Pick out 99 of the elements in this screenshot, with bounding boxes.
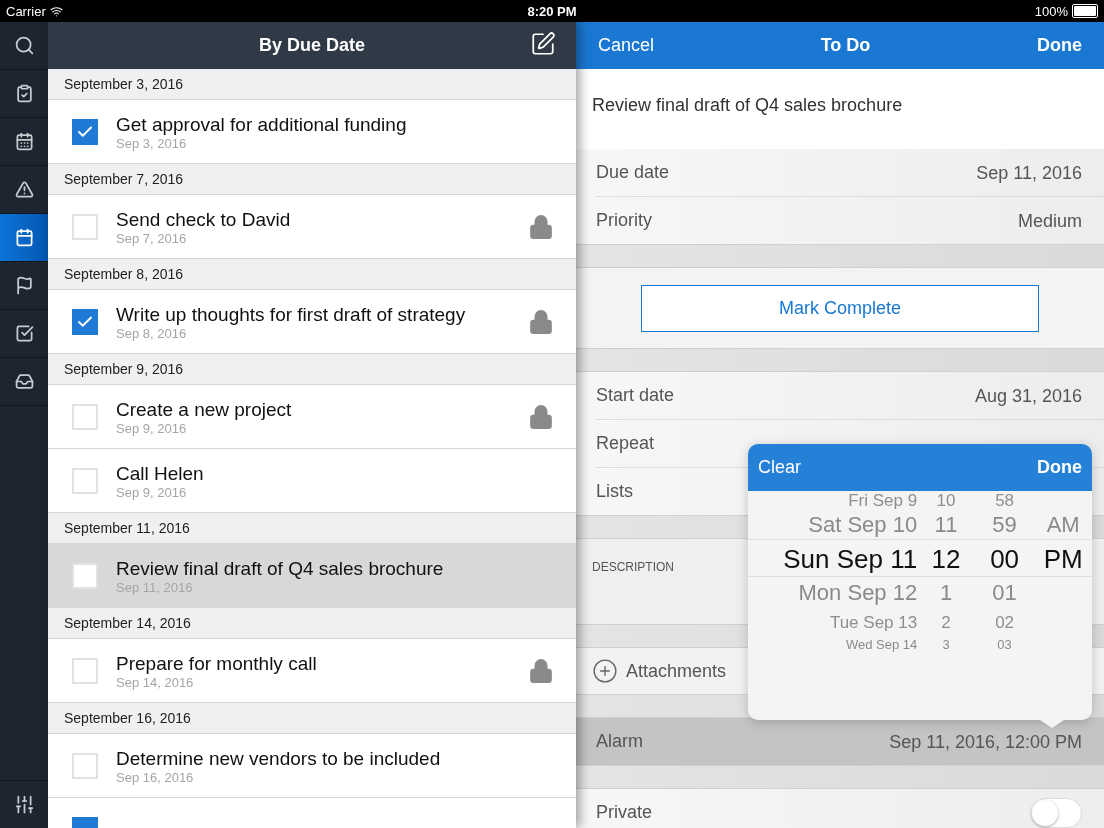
- section-date: September 9, 2016: [64, 361, 184, 377]
- detail-field[interactable]: Due date Sep 11, 2016: [596, 149, 1104, 196]
- task-due-date: Sep 7, 2016: [116, 230, 188, 247]
- carrier-label: Carrier: [6, 3, 46, 19]
- task-due-date: Sep 3, 2016: [116, 135, 188, 152]
- field-value: Aug 31, 2016: [974, 385, 1082, 406]
- cancel-button[interactable]: Cancel: [598, 35, 655, 56]
- detail-field[interactable]: Priority Medium: [596, 196, 1104, 244]
- picker-option[interactable]: 00: [974, 541, 1035, 577]
- private-toggle[interactable]: [1030, 797, 1082, 828]
- field-label: Private: [596, 802, 653, 823]
- picker-option[interactable]: Mon Sep 12: [764, 577, 918, 609]
- task-title: Prepare for monthly call: [116, 652, 318, 675]
- clipboard-check-icon: [14, 84, 34, 103]
- task-title: Review final draft of Q4 sales brochure: [116, 557, 445, 580]
- compose-icon: [530, 31, 556, 57]
- calendar-icon: [14, 132, 34, 151]
- field-label: Alarm: [596, 731, 643, 752]
- picker-option[interactable]: Sun Sep 11: [764, 541, 918, 577]
- task-due-date: Sep 16, 2016: [116, 769, 195, 786]
- task-row[interactable]: Get approval for additional funding Sep 3, 2016: [48, 100, 576, 164]
- wifi-icon: [49, 4, 63, 18]
- picker-option[interactable]: 10: [917, 491, 975, 509]
- section-date: September 16, 2016: [64, 710, 191, 726]
- list-title: By Due Date: [259, 35, 365, 56]
- task-checkbox[interactable]: [72, 308, 98, 335]
- task-row[interactable]: Prepare for monthly call Sep 14, 2016: [48, 639, 576, 703]
- task-checkbox[interactable]: [72, 467, 98, 494]
- task-row[interactable]: Create a new project Sep 9, 2016: [48, 385, 576, 449]
- picker-option[interactable]: 02: [974, 609, 1035, 635]
- description-label: DESCRIPTION: [592, 560, 674, 574]
- task-due-date: Sep 9, 2016: [116, 420, 188, 437]
- field-label: Due date: [596, 162, 670, 183]
- detail-field[interactable]: Start date Aug 31, 2016: [596, 372, 1104, 419]
- picker-option[interactable]: 2: [917, 609, 975, 635]
- task-due-date: Sep 9, 2016: [116, 484, 188, 501]
- task-checkbox[interactable]: [72, 213, 98, 240]
- picker-option[interactable]: 1: [917, 577, 975, 609]
- checkbox-icon: [14, 324, 34, 343]
- section-date: September 3, 2016: [64, 76, 184, 92]
- task-title: Determine new vendors to be included: [116, 747, 442, 770]
- detail-title: To Do: [820, 35, 871, 56]
- section-date: September 8, 2016: [64, 266, 184, 282]
- task-row[interactable]: Send check to David Sep 7, 2016: [48, 195, 576, 259]
- field-label: Lists: [596, 481, 633, 502]
- task-title: Get approval for additional funding: [116, 113, 408, 136]
- picker-option[interactable]: Tue Sep 13: [764, 609, 918, 635]
- task-title: Write up thoughts for first draft of strategy: [116, 303, 467, 326]
- picker-option[interactable]: PM: [1034, 541, 1092, 577]
- picker-option[interactable]: 11: [917, 509, 975, 541]
- task-row[interactable]: Call Helen Sep 9, 2016: [48, 449, 576, 513]
- sliders-icon: [13, 794, 35, 815]
- mark-complete-button[interactable]: Mark Complete: [641, 284, 1039, 332]
- field-value: Medium: [1017, 210, 1082, 231]
- status-time: 8:20 PM: [527, 3, 577, 19]
- sidebar-item[interactable]: [0, 214, 48, 262]
- task-title: Create a new project: [116, 398, 293, 421]
- task-checkbox[interactable]: [72, 403, 98, 430]
- task-title: Call Helen: [116, 462, 205, 485]
- flag-icon: [14, 276, 34, 295]
- title-field[interactable]: Review final draft of Q4 sales brochure: [576, 69, 1104, 149]
- alarm-field[interactable]: Alarm Sep 11, 2016, 12:00 PM: [576, 718, 1104, 765]
- section-date: September 14, 2016: [64, 615, 191, 631]
- picker-option[interactable]: Sat Sep 10: [764, 509, 918, 541]
- search-icon: [13, 35, 35, 56]
- compose-button[interactable]: [530, 31, 556, 57]
- task-row[interactable]: Determine new vendors to be included Sep 16, 2016: [48, 734, 576, 798]
- task-checkbox[interactable]: [72, 657, 98, 684]
- task-title: Send check to David: [116, 208, 292, 231]
- add-icon: [592, 658, 618, 684]
- task-name: Review final draft of Q4 sales brochure: [592, 95, 903, 115]
- task-checkbox[interactable]: [72, 118, 98, 145]
- section-date: September 7, 2016: [64, 171, 184, 187]
- picker-option[interactable]: 03: [974, 635, 1035, 653]
- section-date: September 11, 2016: [64, 520, 190, 536]
- picker-option[interactable]: AM: [1034, 509, 1092, 541]
- field-label: Repeat: [596, 433, 655, 454]
- inbox-icon: [14, 372, 34, 391]
- task-due-date: Sep 8, 2016: [116, 325, 188, 342]
- task-row[interactable]: Write up thoughts for first draft of strategy Sep 8, 2016: [48, 290, 576, 354]
- picker-option[interactable]: 12: [917, 541, 975, 577]
- task-due-date: Sep 14, 2016: [116, 674, 195, 691]
- battery-icon: [1072, 4, 1098, 18]
- task-checkbox[interactable]: [72, 562, 98, 589]
- field-value: Sep 11, 2016, 12:00 PM: [889, 731, 1082, 752]
- field-label: Start date: [596, 385, 675, 406]
- battery-percent: 100%: [1034, 3, 1068, 19]
- picker-option[interactable]: Fri Sep 9: [764, 491, 918, 509]
- picker-option[interactable]: 58: [974, 491, 1035, 509]
- picker-option[interactable]: 59: [974, 509, 1035, 541]
- calendar-icon: [14, 228, 34, 247]
- picker-option[interactable]: Wed Sep 14: [764, 635, 918, 653]
- picker-option[interactable]: 01: [974, 577, 1035, 609]
- field-value: Sep 11, 2016: [976, 162, 1082, 183]
- picker-option[interactable]: 3: [917, 635, 975, 653]
- done-button[interactable]: Done: [1037, 35, 1082, 56]
- warning-icon: [14, 180, 34, 199]
- task-checkbox[interactable]: [72, 752, 98, 779]
- field-label: Priority: [596, 210, 652, 231]
